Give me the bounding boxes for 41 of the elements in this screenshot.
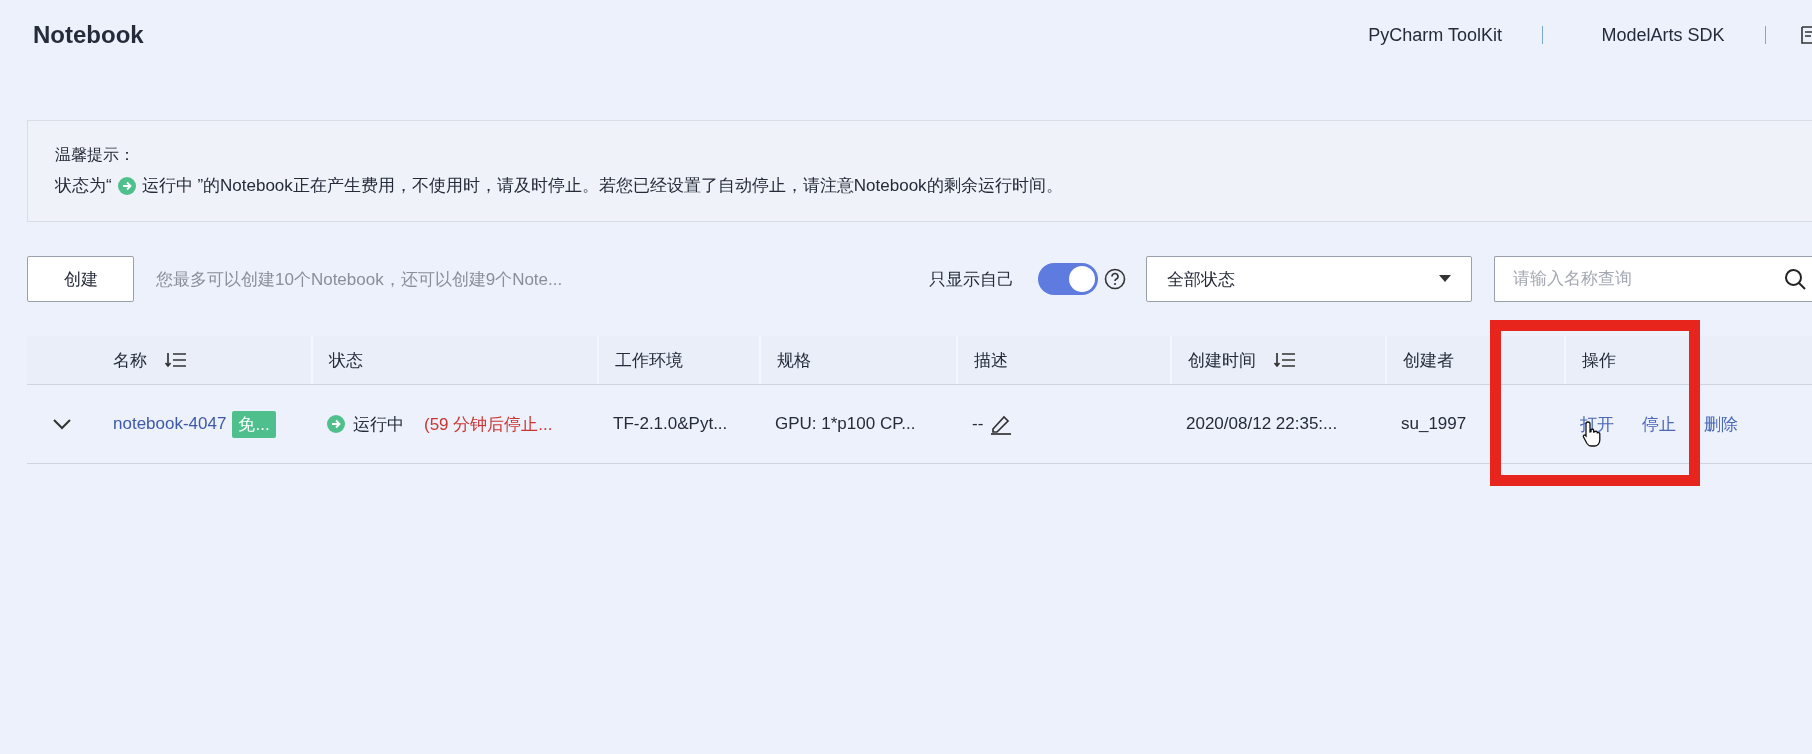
help-icon[interactable] (1104, 268, 1126, 290)
pencil-icon[interactable] (989, 413, 1014, 435)
running-status-icon (117, 176, 136, 195)
create-button[interactable]: 创建 (27, 256, 134, 302)
status-text: 运行中 (353, 413, 404, 436)
column-header: 操作 (1582, 349, 1616, 372)
action-link[interactable]: 删除 (1704, 412, 1738, 436)
column-header: 描述 (974, 349, 1008, 372)
sort-icon[interactable] (165, 352, 187, 368)
table-cell: GPU: 1*p100 CP... (775, 414, 916, 434)
search-icon[interactable] (1784, 268, 1806, 290)
action-link[interactable]: 停止 (1642, 412, 1676, 436)
notice-text: 状态为“ (55, 175, 112, 197)
column-header: 创建者 (1403, 349, 1454, 372)
column-header: 创建时间 (1188, 349, 1256, 372)
column-header: 状态 (329, 349, 363, 372)
table-cell: TF-2.1.0&Pyt... (613, 414, 728, 434)
column-header: 名称 (113, 349, 147, 372)
free-tag: 免... (232, 410, 276, 438)
running-status-icon (327, 415, 345, 433)
header-link[interactable]: PyCharm ToolKit (1368, 24, 1502, 46)
notice-title: 温馨提示： (55, 145, 136, 165)
sort-icon[interactable] (1274, 352, 1296, 368)
table-cell: su_1997 (1401, 414, 1467, 434)
column-header: 工作环境 (615, 349, 683, 372)
page-title: Notebook (33, 21, 144, 49)
countdown-text: (59 分钟后停止... (424, 413, 553, 436)
search-field[interactable]: 请输入名称查询 (1494, 256, 1812, 302)
status-dropdown[interactable]: 全部状态 (1146, 256, 1472, 302)
column-header: 规格 (777, 349, 811, 372)
table-cell: 2020/08/12 22:35:... (1186, 414, 1338, 434)
notice-text: 运行中 ”的Notebook正在产生费用，不使用时，请及时停止。若您已经设置了自动停止，请注意Notebook的剩余运行时间。 (141, 175, 1063, 197)
header-link[interactable]: ModelArts SDK (1601, 24, 1725, 46)
caret-icon (1439, 275, 1451, 283)
toggle-switch[interactable] (1038, 263, 1098, 295)
toggle-label: 只显示自己 (929, 268, 1014, 291)
notebook-name-link[interactable]: notebook-4047 (113, 414, 227, 434)
table-cell: -- (972, 414, 984, 434)
quota-hint: 您最多可以创建10个Notebook，还可以创建9个Note... (156, 268, 563, 291)
document-edit-icon[interactable] (1800, 24, 1812, 46)
chevron-icon[interactable] (52, 418, 72, 430)
